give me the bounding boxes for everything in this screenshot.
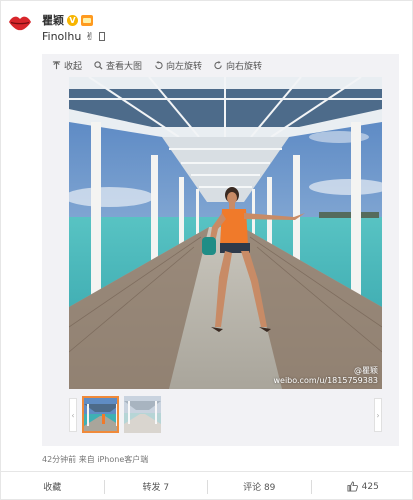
post-text: Finolhu ✌ — [42, 30, 105, 43]
repost-button[interactable]: 转发 7 — [105, 472, 208, 500]
post-text-content: Finolhu — [42, 30, 82, 43]
view-large-label: 查看大图 — [106, 61, 143, 72]
verified-badge-icon: V — [67, 14, 78, 26]
author-name[interactable]: 瞿颖 — [42, 12, 64, 28]
action-bar: 收藏 转发 7 评论 89 425 — [1, 471, 413, 500]
thumbs-up-icon — [347, 481, 358, 492]
weibo-post-card: 瞿颖 V Finolhu ✌ 收起 查看大图 向左旋转 向右旋转 @瞿颖 wei… — [0, 0, 413, 500]
favorite-button[interactable]: 收藏 — [1, 472, 104, 500]
watermark-url: weibo.com/u/1815759383 — [273, 376, 378, 385]
jetty-photo-image — [69, 77, 382, 389]
rotate-right-icon — [214, 60, 222, 69]
collapse-arrow-icon — [52, 60, 61, 69]
watermark-handle: @瞿颖 — [354, 366, 378, 375]
rotate-left-button[interactable]: 向左旋转 — [154, 59, 202, 72]
magnifier-icon — [94, 60, 103, 70]
media-toolbar: 收起 查看大图 向左旋转 向右旋转 — [42, 54, 399, 76]
media-viewer: 收起 查看大图 向左旋转 向右旋转 @瞿颖 weibo.com/u/181575… — [42, 54, 399, 446]
collapse-label: 收起 — [64, 61, 83, 72]
avatar-lips-icon[interactable] — [7, 13, 33, 33]
post-author[interactable]: 瞿颖 V — [42, 12, 93, 28]
member-crown-icon — [81, 14, 93, 26]
thumbnail-strip: ‹ › — [69, 395, 382, 435]
comment-button[interactable]: 评论 89 — [208, 472, 311, 500]
like-count: 425 — [361, 481, 379, 492]
victory-hand-icon: ✌ — [85, 30, 95, 43]
rotate-right-button[interactable]: 向右旋转 — [214, 59, 262, 72]
main-photo[interactable]: @瞿颖 weibo.com/u/1815759383 — [69, 77, 382, 389]
repost-label: 转发 7 — [142, 483, 170, 493]
collapse-button[interactable]: 收起 — [52, 59, 82, 72]
view-large-button[interactable]: 查看大图 — [94, 59, 142, 72]
thumbnail-1[interactable] — [82, 396, 119, 433]
thumb-next-arrow-icon[interactable]: › — [374, 398, 382, 432]
thumbnail-2-image — [124, 396, 161, 433]
rotate-left-label: 向左旋转 — [166, 61, 203, 72]
thumb-prev-arrow-icon[interactable]: ‹ — [69, 398, 77, 432]
comment-label: 评论 89 — [243, 483, 276, 493]
post-time-source[interactable]: 42分钟前 来自 iPhone客户端 — [42, 454, 148, 465]
like-button[interactable]: 425 — [312, 472, 413, 500]
rotate-left-icon — [155, 60, 163, 69]
rotate-right-label: 向右旋转 — [226, 61, 263, 72]
favorite-label: 收藏 — [43, 483, 62, 493]
unrendered-glyph-icon — [98, 32, 105, 41]
thumbnail-2[interactable] — [124, 396, 161, 433]
thumbnail-1-image — [84, 398, 117, 431]
